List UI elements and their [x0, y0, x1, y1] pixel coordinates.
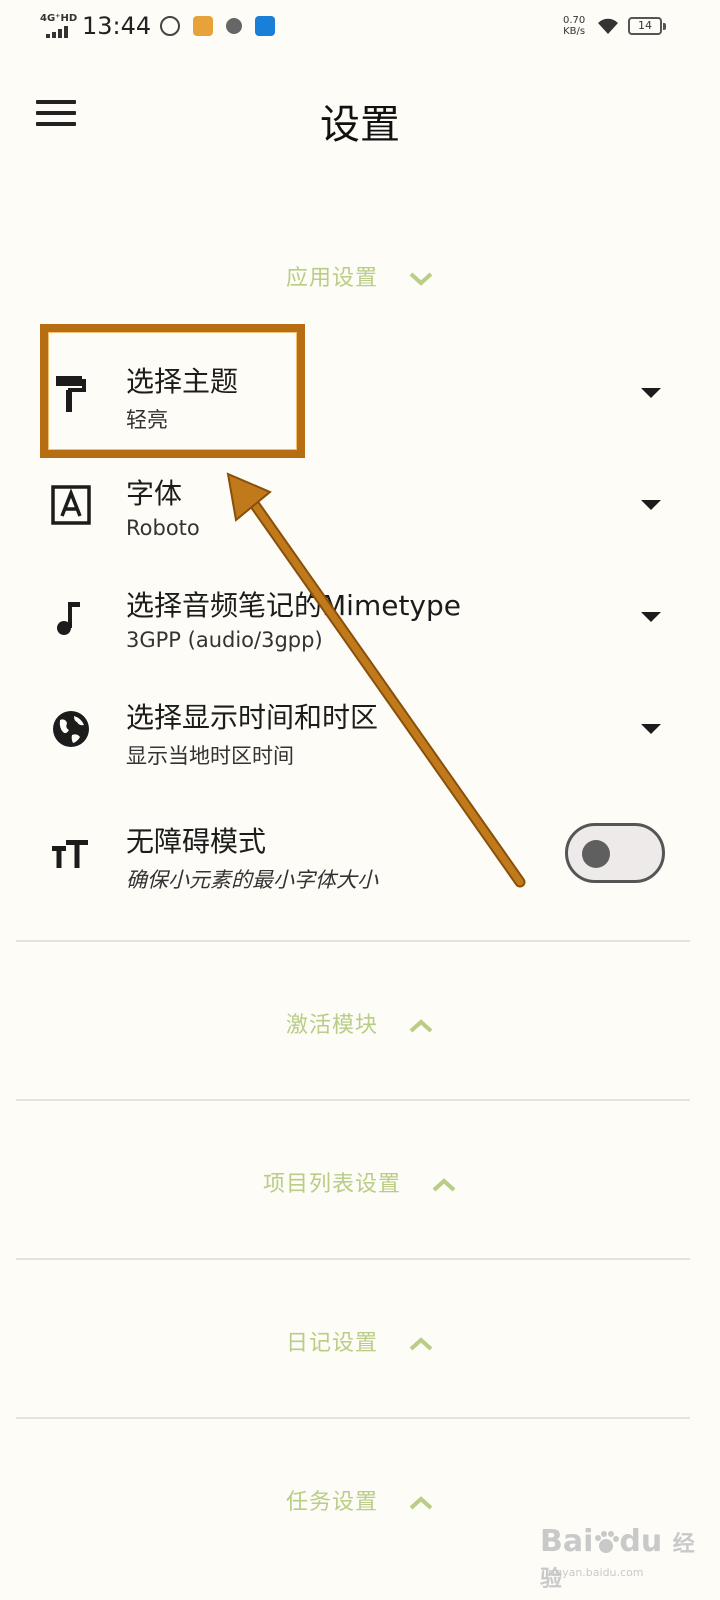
- app-notification-icon: [160, 16, 180, 36]
- setting-title: 选择显示时间和时区: [126, 701, 379, 734]
- alipay-icon: [255, 16, 276, 36]
- section-activate-modules[interactable]: 激活模块: [0, 1007, 720, 1039]
- setting-title: 选择音频笔记的Mimetype: [126, 589, 461, 622]
- net-speed: 0.70 KB/s: [563, 15, 586, 37]
- font-icon: [51, 485, 91, 525]
- annotation-highlight-box: [40, 324, 305, 458]
- setting-value: Roboto: [126, 516, 200, 540]
- clock: 13:44: [82, 12, 152, 40]
- dropdown-arrow-icon[interactable]: [640, 722, 662, 736]
- chevron-up-icon: [409, 1496, 433, 1510]
- chevron-up-icon: [409, 1337, 433, 1351]
- setting-font[interactable]: 字体 Roboto: [0, 452, 720, 560]
- baidu-watermark: Bai du 经验 jingyan.baidu.com: [540, 1520, 710, 1592]
- section-label: 应用设置: [285, 266, 378, 291]
- accessibility-toggle[interactable]: [565, 823, 665, 883]
- chevron-up-icon: [432, 1178, 456, 1192]
- battery-icon: 14: [628, 17, 666, 35]
- chevron-up-icon: [409, 1019, 433, 1033]
- watermark-url: jingyan.baidu.com: [542, 1566, 644, 1579]
- app-notification-icon: [193, 16, 214, 36]
- status-bar: 4G⁺HD 13:44 0.70 KB/s 14: [0, 0, 720, 56]
- section-diary[interactable]: 日记设置: [0, 1325, 720, 1357]
- paw-icon: [595, 1530, 620, 1553]
- toggle-knob: [582, 840, 610, 868]
- setting-title: 无障碍模式: [126, 825, 267, 858]
- section-task[interactable]: 任务设置: [0, 1484, 720, 1516]
- section-label: 激活模块: [285, 1013, 378, 1038]
- notification-icons: [160, 16, 283, 36]
- divider: [16, 940, 690, 942]
- section-label: 任务设置: [285, 1490, 378, 1515]
- globe-icon: [53, 711, 89, 747]
- setting-value: 3GPP (audio/3gpp): [126, 628, 323, 652]
- divider: [16, 1417, 690, 1419]
- text-size-icon: [52, 840, 88, 868]
- section-project-list[interactable]: 项目列表设置: [0, 1166, 720, 1198]
- dropdown-arrow-icon[interactable]: [640, 610, 662, 624]
- page-title: 设置: [320, 102, 400, 148]
- setting-value: 显示当地时区时间: [126, 744, 294, 768]
- section-label: 项目列表设置: [262, 1172, 401, 1197]
- dropdown-arrow-icon[interactable]: [640, 386, 662, 400]
- music-note-icon: [57, 602, 80, 635]
- app-notification-icon: [226, 18, 243, 34]
- wifi-icon: [598, 18, 618, 34]
- setting-title: 字体: [126, 477, 183, 510]
- signal-icon: [46, 26, 68, 38]
- watermark-brand: Bai du 经验: [540, 1524, 695, 1592]
- setting-value: 确保小元素的最小字体大小: [126, 868, 378, 892]
- battery-level: 14: [638, 19, 652, 32]
- chevron-down-icon: [409, 272, 433, 286]
- divider: [16, 1099, 690, 1101]
- setting-audio-mimetype[interactable]: 选择音频笔记的Mimetype 3GPP (audio/3gpp): [0, 564, 720, 672]
- section-label: 日记设置: [285, 1331, 378, 1356]
- divider: [16, 1258, 690, 1260]
- setting-timezone[interactable]: 选择显示时间和时区 显示当地时区时间: [0, 676, 720, 784]
- dropdown-arrow-icon[interactable]: [640, 498, 662, 512]
- network-type: 4G⁺HD: [40, 13, 78, 24]
- section-app-settings[interactable]: 应用设置: [0, 260, 720, 292]
